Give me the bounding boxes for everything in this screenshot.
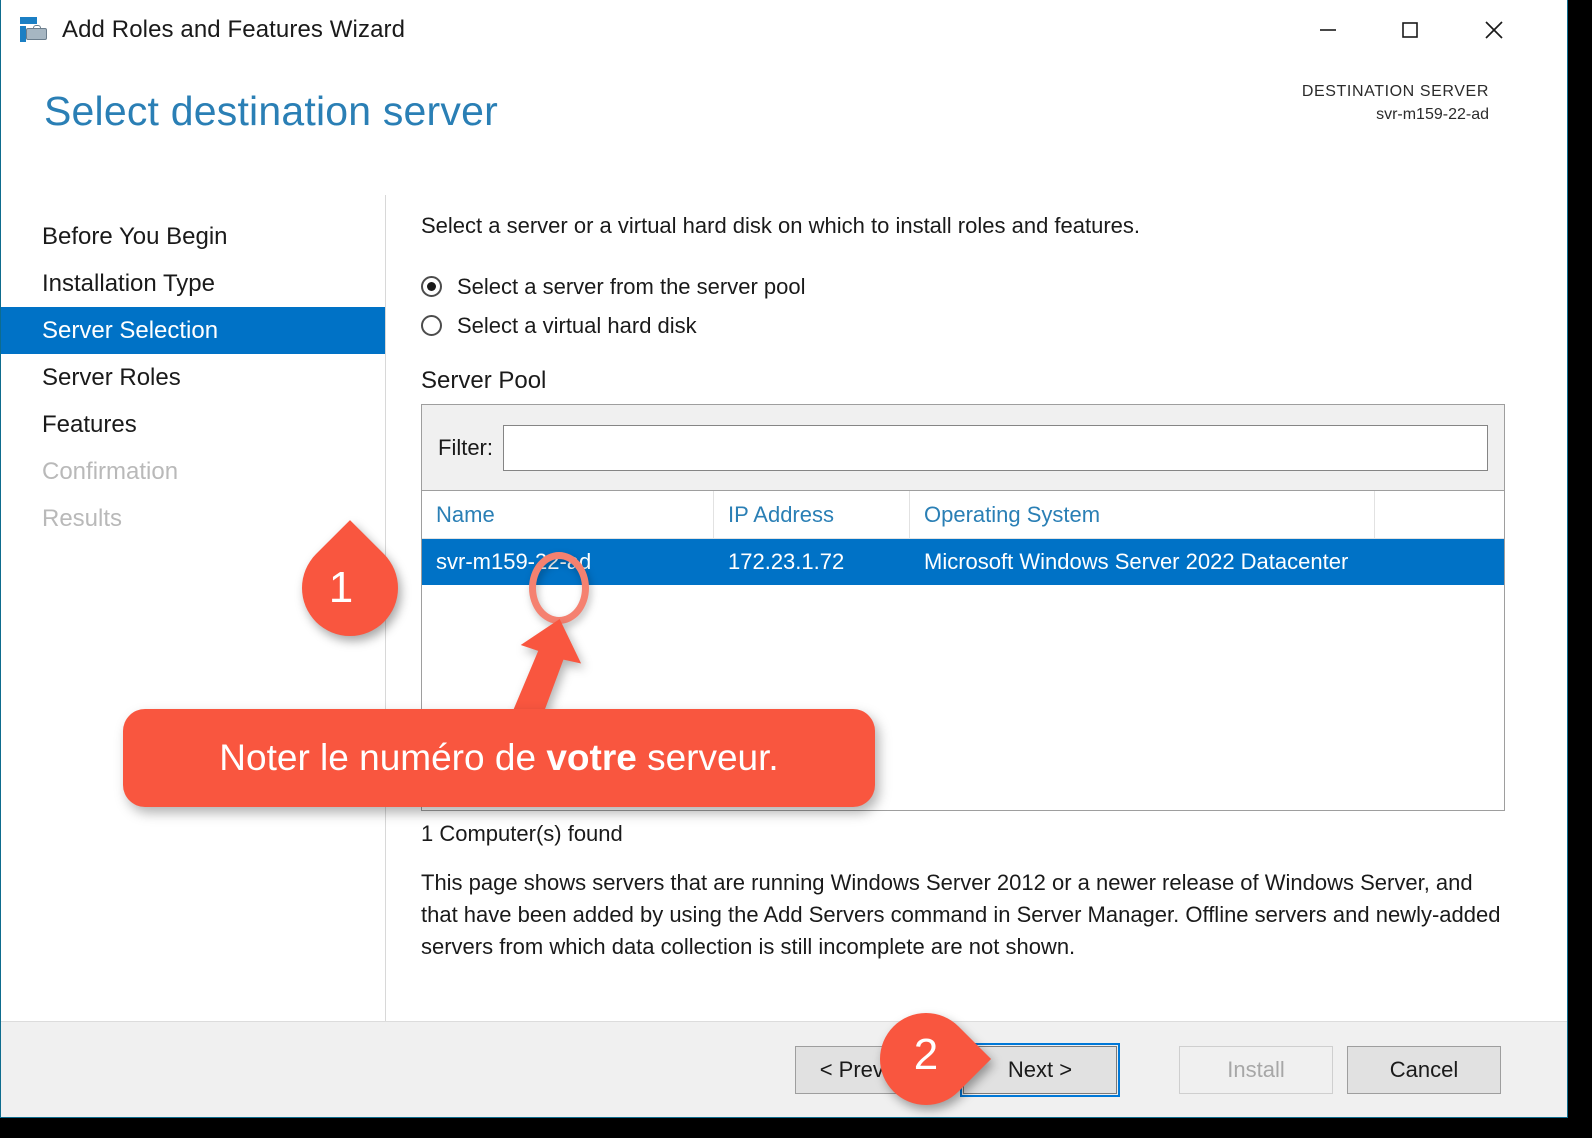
sidebar-item-label: Installation Type [42,269,216,297]
sidebar-item-features[interactable]: Features [1,401,385,448]
column-header-ip-address[interactable]: IP Address [714,491,910,538]
next-button[interactable]: Next > [960,1042,1120,1097]
cell-operating-system: Microsoft Windows Server 2022 Datacenter [924,549,1349,574]
wizard-body: Before You Begin Installation Type Serve… [1,195,1567,1021]
column-header-operating-system[interactable]: Operating System [910,491,1375,538]
wizard-footer: < Previous Next > Install Cancel [1,1021,1567,1117]
server-pool-table: Name IP Address Operating System svr-m15… [422,491,1504,810]
title-bar: Add Roles and Features Wizard [1,0,1567,60]
radio-mark-icon [421,315,442,336]
sidebar-item-server-roles[interactable]: Server Roles [1,354,385,401]
cell-empty [1375,539,1504,585]
sidebar-item-server-selection[interactable]: Server Selection [1,307,385,354]
sidebar-item-results: Results [1,495,385,542]
radio-mark-icon [421,276,442,297]
destination-server-block: DESTINATION SERVER svr-m159-22-ad [1302,80,1489,126]
wizard-toolbox-icon [19,15,49,45]
intro-text: Select a server or a virtual hard disk o… [421,213,1141,238]
column-header-empty[interactable] [1375,491,1504,538]
maximize-button[interactable] [1377,0,1443,60]
sidebar-item-label: Before You Begin [42,222,228,250]
window-title: Add Roles and Features Wizard [62,16,406,43]
filter-bar: Filter: [422,405,1504,491]
sidebar-item-label: Server Selection [42,316,219,344]
destination-server-value: svr-m159-22-ad [1376,106,1489,124]
filter-input[interactable] [503,424,1488,471]
add-roles-wizard-window: Add Roles and Features Wizard Select des… [0,0,1568,1118]
page-header: Select destination server DESTINATION SE… [1,60,1567,195]
cell-ip-address: 172.23.1.72 [728,549,845,574]
sidebar-item-label: Results [42,504,123,532]
table-header-row: Name IP Address Operating System [422,491,1504,539]
computers-found-status: 1 Computer(s) found [421,821,623,846]
radio-label: Select a virtual hard disk [457,312,697,338]
server-source-radio-group: Select a server from the server pool Sel… [421,267,1505,345]
sidebar-item-confirmation: Confirmation [1,448,385,495]
sidebar-item-label: Features [42,410,137,438]
minimize-button[interactable] [1295,0,1361,60]
install-button: Install [1179,1045,1333,1094]
maximize-icon [1396,16,1424,44]
radio-label: Select a server from the server pool [457,273,806,299]
server-pool-label: Server Pool [421,367,547,394]
table-row[interactable]: svr-m159-22-ad 172.23.1.72 Microsoft Win… [422,539,1504,585]
cell-server-name: svr-m159-22-ad [436,549,592,574]
sidebar-item-before-you-begin[interactable]: Before You Begin [1,213,385,260]
wizard-navigation-sidebar: Before You Begin Installation Type Serve… [1,195,386,1021]
wizard-content-pane: Select a server or a virtual hard disk o… [386,195,1567,1021]
table-empty-area[interactable] [422,585,1504,810]
page-title: Select destination server [44,88,498,134]
close-button[interactable] [1461,0,1527,60]
minimize-icon [1314,16,1342,44]
previous-button[interactable]: < Previous [795,1045,949,1094]
column-header-name[interactable]: Name [422,491,714,538]
server-pool-panel: Filter: Name IP Address Operating System… [421,404,1505,811]
sidebar-item-label: Server Roles [42,363,181,391]
sidebar-item-installation-type[interactable]: Installation Type [1,260,385,307]
cancel-button[interactable]: Cancel [1347,1045,1501,1094]
filter-label: Filter: [438,434,493,460]
close-icon [1479,15,1509,45]
radio-select-virtual-hard-disk[interactable]: Select a virtual hard disk [421,306,1505,345]
page-note: This page shows servers that are running… [421,870,1501,959]
sidebar-item-label: Confirmation [42,457,179,485]
destination-server-label: DESTINATION SERVER [1301,83,1489,100]
radio-select-server-from-pool[interactable]: Select a server from the server pool [421,267,1505,306]
